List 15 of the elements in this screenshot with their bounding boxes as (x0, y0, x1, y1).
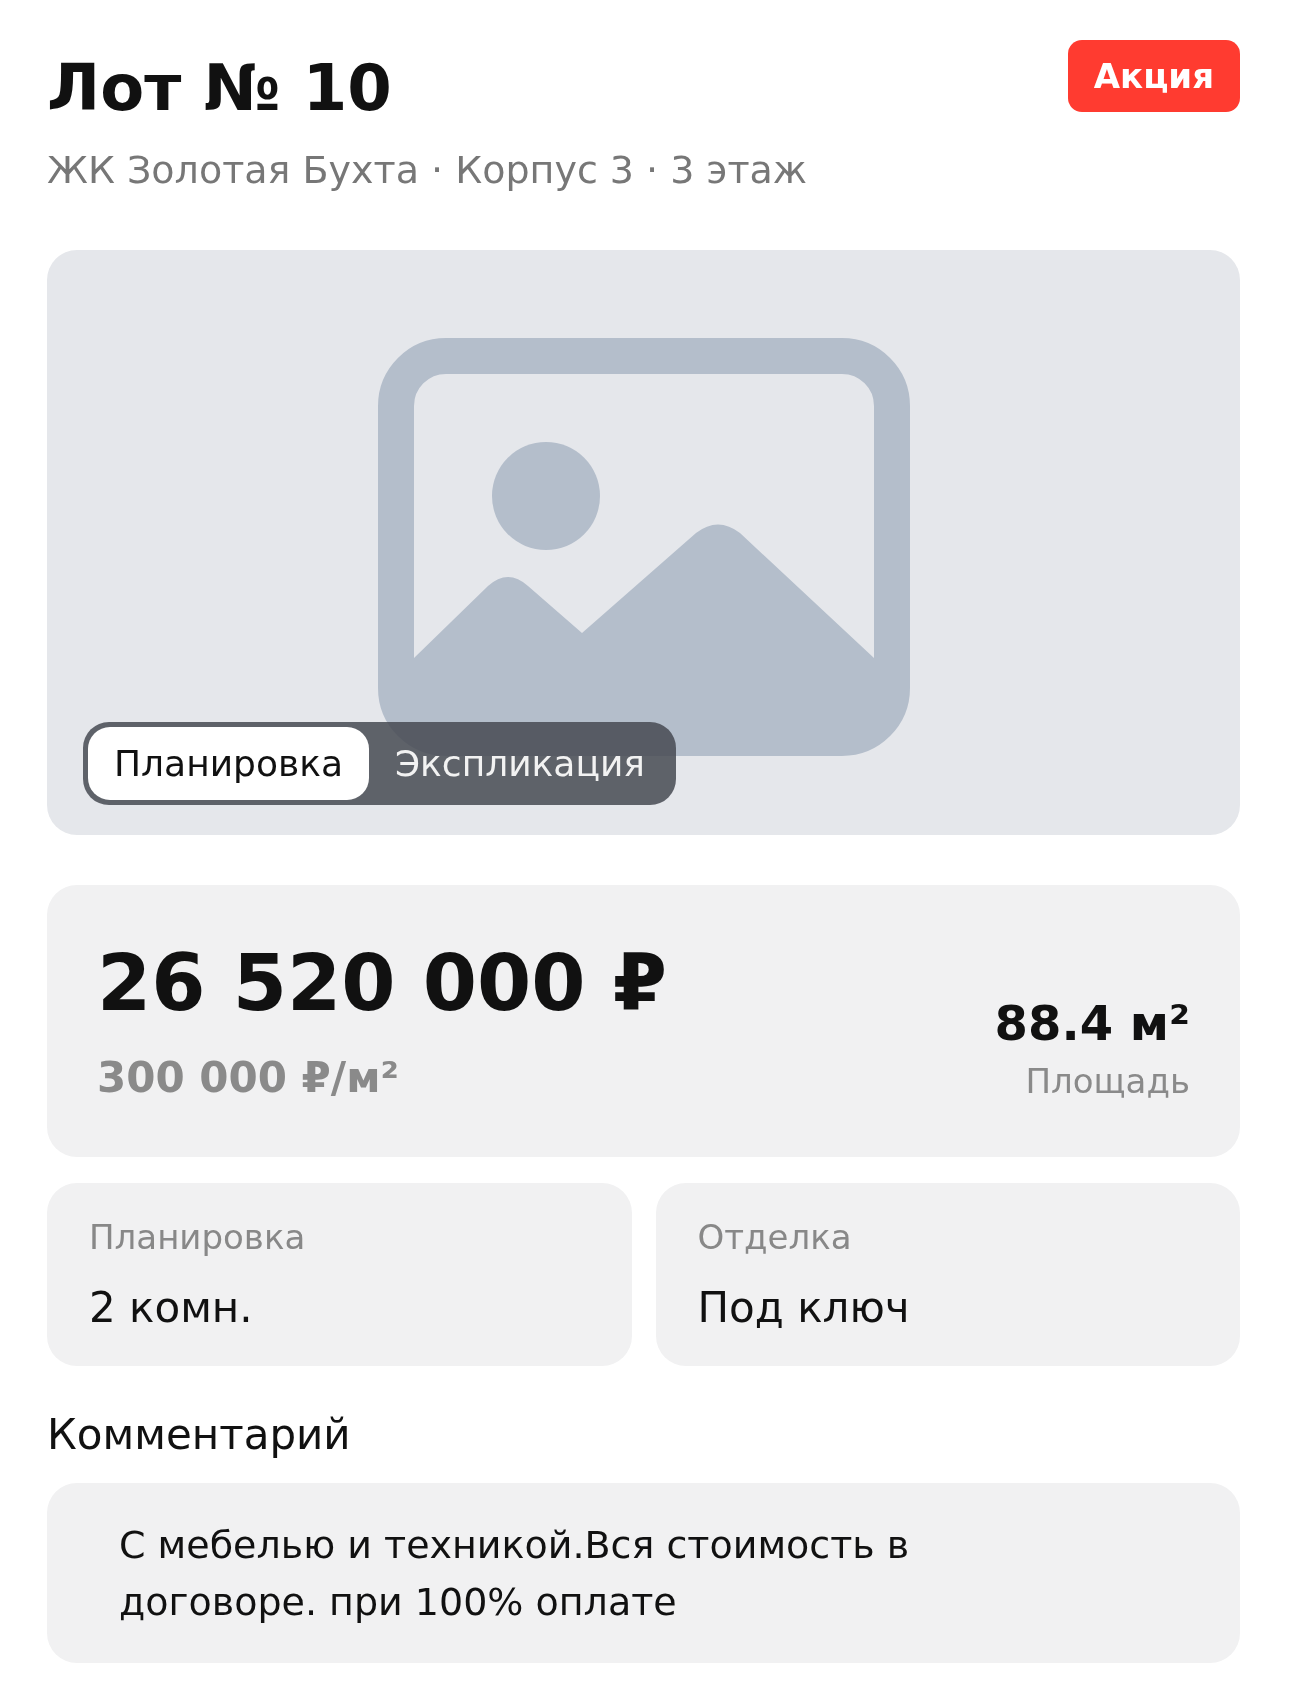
area-value: 88.4 м² (994, 995, 1190, 1051)
view-tab[interactable]: Планировка (88, 727, 369, 800)
price-per-meter: 300 000 ₽/м² (97, 1052, 399, 1102)
detail-label: Планировка (89, 1217, 307, 1257)
detail-label: Отделка (697, 1217, 853, 1257)
promo-badge: Акция (1067, 40, 1240, 112)
total-price: 26 520 000 ₽ (97, 941, 667, 1027)
area-label: Площадь (1025, 1061, 1190, 1101)
detail-value: 2 комн. (89, 1283, 254, 1332)
view-tab[interactable]: Экспликация (369, 727, 671, 800)
lot-title: Лот № 10 (47, 56, 392, 120)
comment-heading: Комментарий (47, 1410, 352, 1459)
comment-text: С мебелью и техникой.Вся стоимость в договоре. при 100% оплате (119, 1522, 911, 1626)
lot-subtitle: ЖК Золотая Бухта · Корпус 3 · 3 этаж (47, 148, 809, 192)
detail-value: Под ключ (697, 1283, 911, 1332)
